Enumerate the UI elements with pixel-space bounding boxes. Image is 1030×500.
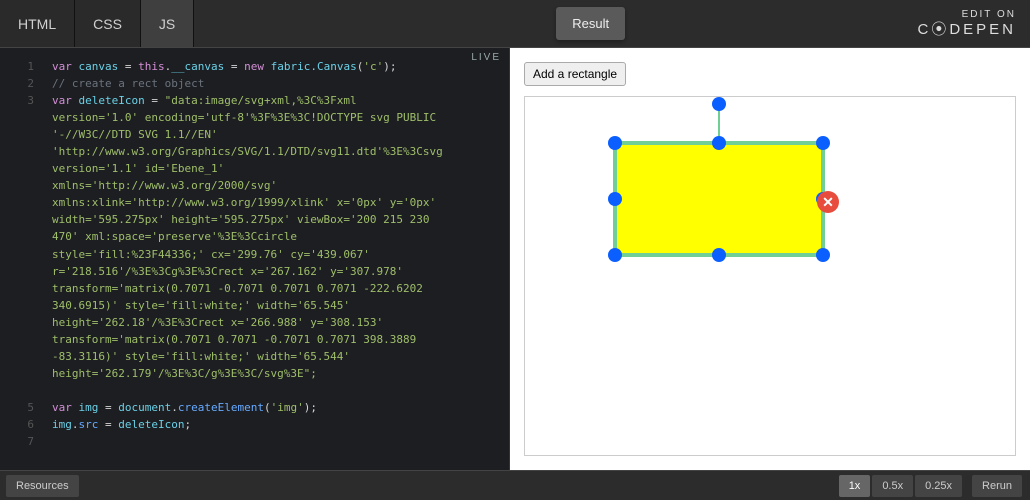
resize-handle-ml[interactable] [608, 192, 622, 206]
rerun-button[interactable]: Rerun [972, 475, 1022, 497]
resize-handle-bm[interactable] [712, 248, 726, 262]
codepen-brand[interactable]: EDIT ON C⦿DEPEN [917, 9, 1030, 39]
live-badge: LIVE [471, 52, 501, 63]
footer: Resources 1x 0.5x 0.25x Rerun [0, 470, 1030, 500]
code-editor[interactable]: 1var canvas = this.__canvas = new fabric… [0, 48, 509, 460]
editor-pane[interactable]: LIVE 1var canvas = this.__canvas = new f… [0, 48, 510, 470]
rectangle-object[interactable]: ✕ [613, 141, 825, 257]
resize-handle-tl[interactable] [608, 136, 622, 150]
canvas[interactable]: ✕ [524, 96, 1016, 456]
resize-handle-tm[interactable] [712, 136, 726, 150]
result-pane: Add a rectangle ✕ [510, 48, 1030, 470]
resize-handle-br[interactable] [816, 248, 830, 262]
resources-button[interactable]: Resources [6, 475, 79, 497]
tab-css[interactable]: CSS [75, 0, 141, 47]
zoom-1x-button[interactable]: 1x [839, 475, 871, 497]
result-button[interactable]: Result [556, 7, 625, 40]
rotation-handle[interactable] [712, 97, 726, 111]
editor-tabs: HTML CSS JS [0, 0, 194, 47]
zoom-05x-button[interactable]: 0.5x [872, 475, 913, 497]
resize-handle-bl[interactable] [608, 248, 622, 262]
edit-on-label: EDIT ON [917, 9, 1016, 21]
zoom-group: 1x 0.5x 0.25x [837, 475, 962, 497]
zoom-025x-button[interactable]: 0.25x [915, 475, 962, 497]
tab-html[interactable]: HTML [0, 0, 75, 47]
main: LIVE 1var canvas = this.__canvas = new f… [0, 48, 1030, 470]
header: HTML CSS JS Result EDIT ON C⦿DEPEN [0, 0, 1030, 48]
delete-icon[interactable]: ✕ [817, 191, 839, 213]
add-rectangle-button[interactable]: Add a rectangle [524, 62, 626, 86]
resize-handle-tr[interactable] [816, 136, 830, 150]
tab-js[interactable]: JS [141, 0, 194, 47]
codepen-logo: C⦿DEPEN [917, 21, 1016, 39]
